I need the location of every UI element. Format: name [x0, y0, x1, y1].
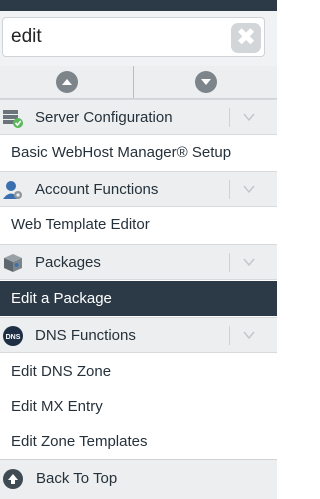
section-packages[interactable]: Packages	[0, 244, 277, 280]
list-item[interactable]: Edit DNS Zone	[0, 354, 277, 389]
divider	[229, 326, 230, 345]
list-item[interactable]: Edit Zone Templates	[0, 424, 277, 459]
back-to-top-button[interactable]: Back To Top	[0, 459, 277, 499]
server-config-icon	[2, 107, 24, 129]
collapse-all-button[interactable]	[0, 66, 133, 98]
list-item[interactable]: Edit MX Entry	[0, 389, 277, 424]
close-icon: ✖	[235, 24, 257, 51]
list-item[interactable]: Basic WebHost Manager® Setup	[0, 135, 277, 170]
chevron-down-icon[interactable]	[240, 253, 258, 271]
top-bar	[0, 0, 277, 11]
divider	[229, 108, 230, 127]
arrow-down-icon	[194, 71, 217, 93]
list-item[interactable]: Web Template Editor	[0, 207, 277, 242]
search-input[interactable]	[2, 17, 265, 57]
divider	[229, 253, 230, 272]
arrow-up-circle-icon	[3, 469, 23, 489]
section-dns-functions[interactable]: DNS DNS Functions	[0, 317, 277, 353]
divider	[229, 180, 230, 199]
section-label: Server Configuration	[35, 109, 173, 126]
list-item-label: Edit a Package	[11, 290, 112, 307]
chevron-down-icon[interactable]	[240, 326, 258, 344]
dns-badge-icon: DNS	[2, 325, 24, 347]
list-item-label: Edit Zone Templates	[11, 433, 148, 450]
section-label: Packages	[35, 254, 101, 271]
list-item-label: Edit DNS Zone	[11, 363, 112, 380]
section-label: Account Functions	[35, 181, 159, 198]
account-user-icon	[2, 179, 24, 201]
search-bar: ✖	[0, 11, 277, 67]
svg-text:DNS: DNS	[6, 334, 21, 341]
list-item-label: Web Template Editor	[11, 216, 150, 233]
list-item-label: Edit MX Entry	[11, 398, 103, 415]
section-server-configuration[interactable]: Server Configuration	[0, 99, 277, 135]
section-label: DNS Functions	[35, 327, 136, 344]
section-account-functions[interactable]: Account Functions	[0, 171, 277, 207]
list-item-label: Basic WebHost Manager® Setup	[11, 144, 232, 161]
list-item-active[interactable]: Edit a Package	[0, 281, 277, 316]
expand-all-button[interactable]	[134, 66, 277, 98]
chevron-down-icon[interactable]	[240, 108, 258, 126]
clear-search-button[interactable]: ✖	[231, 23, 261, 53]
package-box-icon	[2, 252, 24, 274]
back-to-top-label: Back To Top	[36, 470, 118, 487]
arrow-up-icon	[55, 71, 78, 93]
collapse-controls	[0, 66, 277, 99]
chevron-down-icon[interactable]	[240, 180, 258, 198]
